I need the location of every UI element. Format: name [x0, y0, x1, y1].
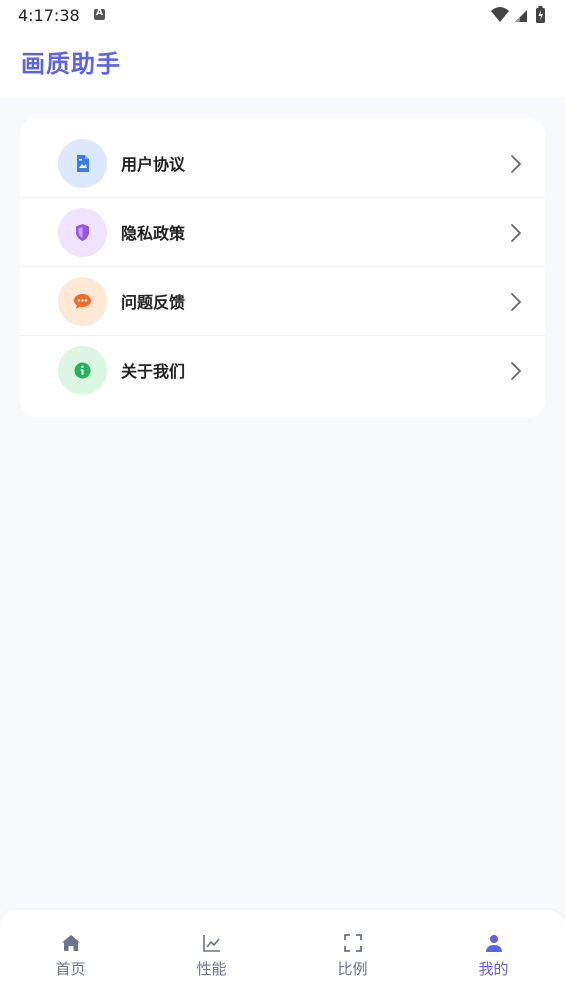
signal-icon	[515, 10, 527, 22]
menu-item-privacy-policy[interactable]: 隐私政策	[20, 198, 545, 267]
shield-icon	[76, 224, 89, 241]
nav-tab-label: 性能	[196, 960, 227, 978]
nav-tab-ratio[interactable]: 比例	[282, 910, 423, 1004]
info-icon-wrap	[58, 346, 107, 395]
nav-tab-mine[interactable]: 我的	[423, 910, 564, 1004]
notification-a-icon	[94, 8, 105, 20]
chevron-right-icon	[511, 155, 522, 173]
status-bar: 4:17:38	[0, 0, 565, 32]
status-time: 4:17:38	[18, 6, 80, 25]
shield-icon-wrap	[58, 208, 107, 257]
nav-tab-label: 首页	[55, 960, 86, 978]
menu-item-user-agreement[interactable]: 用户协议	[20, 129, 545, 198]
nav-tab-home[interactable]: 首页	[0, 910, 141, 1004]
chat-bubble-icon-wrap	[58, 277, 107, 326]
chevron-right-icon	[511, 362, 522, 380]
settings-menu-card: 用户协议 隐私政策 问题反馈 关于我们	[20, 118, 545, 417]
chat-bubble-icon	[74, 294, 91, 309]
nav-tab-performance[interactable]: 性能	[141, 910, 282, 1004]
chevron-right-icon	[511, 293, 522, 311]
menu-item-label: 用户协议	[121, 155, 186, 174]
status-icons	[491, 6, 545, 23]
info-icon	[74, 362, 91, 379]
chevron-right-icon	[511, 224, 522, 242]
menu-item-feedback[interactable]: 问题反馈	[20, 267, 545, 336]
document-icon	[77, 155, 89, 172]
nav-tab-label: 我的	[478, 960, 509, 978]
app-header: 画质助手	[0, 32, 565, 98]
document-icon-wrap	[58, 139, 107, 188]
nav-tab-label: 比例	[337, 960, 368, 978]
menu-item-label: 隐私政策	[121, 224, 186, 243]
battery-icon	[536, 6, 545, 23]
wifi-icon	[491, 7, 509, 22]
user-icon	[486, 935, 502, 952]
bottom-navigation: 首页 性能 比例 我的	[0, 910, 565, 1004]
fullscreen-icon	[344, 934, 362, 952]
page-title: 画质助手	[21, 50, 121, 78]
menu-item-label: 问题反馈	[121, 293, 186, 312]
home-icon	[62, 935, 80, 951]
menu-item-about-us[interactable]: 关于我们	[20, 336, 545, 405]
line-chart-icon	[203, 935, 220, 952]
menu-item-label: 关于我们	[121, 362, 186, 381]
